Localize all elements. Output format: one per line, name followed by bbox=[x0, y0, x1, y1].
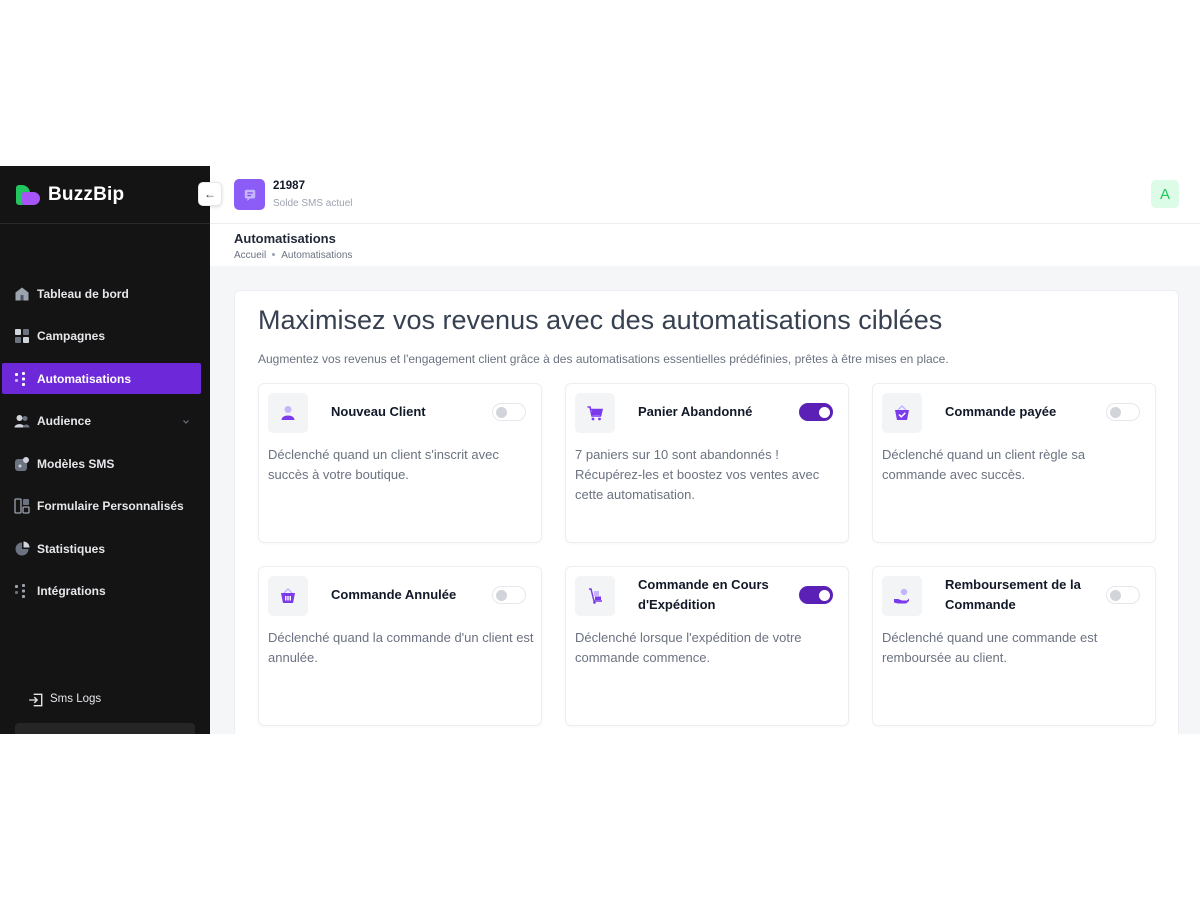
automation-toggle[interactable] bbox=[1106, 586, 1140, 604]
sidebar-item-label: Statistiques bbox=[37, 541, 106, 556]
toggle-knob bbox=[819, 590, 830, 601]
automation-card-new-customer[interactable]: Nouveau Client Déclenché quand un client… bbox=[258, 383, 542, 543]
grid-icon bbox=[14, 328, 30, 344]
refund-icon bbox=[882, 576, 922, 616]
card-title: Commande payée bbox=[945, 404, 1057, 419]
sidebar-item-label: Automatisations bbox=[37, 371, 132, 386]
card-description: Déclenché quand une commande est rembour… bbox=[882, 630, 1098, 665]
avatar[interactable]: A bbox=[1151, 180, 1179, 208]
card-description: Déclenché quand la commande d'un client … bbox=[268, 630, 534, 665]
sms-balance-label: Solde SMS actuel bbox=[273, 198, 353, 209]
sidebar-item-statistics[interactable]: Statistiques bbox=[2, 533, 201, 564]
main-content: 21987 Solde SMS actuel A Automatisations… bbox=[210, 166, 1200, 734]
automation-card-cancelled-order[interactable]: Commande Annulée Déclenché quand la comm… bbox=[258, 566, 542, 726]
user-icon bbox=[268, 393, 308, 433]
form-icon bbox=[14, 498, 30, 514]
basket-icon bbox=[268, 576, 308, 616]
automation-toggle[interactable] bbox=[492, 586, 526, 604]
brand-name: BuzzBip bbox=[48, 183, 125, 205]
card-title: Remboursement de la Commande bbox=[945, 577, 1081, 612]
hero-title: Maximisez vos revenus avec des automatis… bbox=[258, 305, 943, 335]
sidebar-nav: Tableau de bord Campagnes Automatisation… bbox=[0, 278, 210, 618]
automation-card-shipping-order[interactable]: Commande en Cours d'Expédition Déclenché… bbox=[565, 566, 849, 726]
sidebar-bottom-panel[interactable] bbox=[15, 723, 195, 734]
toggle-knob bbox=[496, 407, 507, 418]
sidebar-item-integrations[interactable]: Intégrations bbox=[2, 576, 201, 607]
arrow-left-icon: ← bbox=[204, 187, 216, 201]
sidebar-item-label: Formulaire Personnalisés bbox=[37, 499, 184, 513]
brand[interactable]: BuzzBip bbox=[0, 166, 210, 224]
sidebar-item-sms-logs[interactable]: Sms Logs bbox=[28, 692, 102, 707]
card-description: Déclenché quand un client règle sa comma… bbox=[882, 447, 1086, 482]
login-icon bbox=[28, 692, 43, 707]
card-title: Commande en Cours d'Expédition bbox=[638, 577, 769, 612]
card-title: Nouveau Client bbox=[331, 404, 426, 419]
sidebar-item-audience[interactable]: Audience bbox=[2, 406, 201, 437]
card-title: Commande Annulée bbox=[331, 587, 457, 602]
sidebar-item-custom-forms[interactable]: Formulaire Personnalisés bbox=[2, 491, 201, 522]
breadcrumb-separator bbox=[272, 252, 276, 256]
sms-balance-icon bbox=[234, 179, 265, 210]
card-description: Déclenché quand un client s'inscrit avec… bbox=[268, 447, 499, 482]
toggle-knob bbox=[1110, 590, 1121, 601]
integrations-icon bbox=[14, 583, 30, 599]
sidebar-item-label: Audience bbox=[37, 414, 92, 428]
collapse-sidebar-button[interactable]: ← bbox=[198, 182, 222, 206]
sidebar-item-sms-templates[interactable]: Modèles SMS bbox=[2, 448, 201, 479]
brand-logo-icon bbox=[16, 184, 40, 205]
sms-balance: 21987 Solde SMS actuel bbox=[273, 180, 353, 209]
sidebar-item-dashboard[interactable]: Tableau de bord bbox=[2, 278, 201, 309]
sidebar-item-label: Intégrations bbox=[37, 584, 106, 598]
app-window: BuzzBip Tableau de bord Campagnes Automa… bbox=[0, 166, 1200, 734]
breadcrumb-home-link[interactable]: Accueil bbox=[234, 250, 266, 261]
paid-basket-icon bbox=[882, 393, 922, 433]
sidebar-item-label: Modèles SMS bbox=[37, 456, 115, 471]
topbar: 21987 Solde SMS actuel A bbox=[210, 166, 1200, 224]
toggle-knob bbox=[819, 407, 830, 418]
sidebar-item-label: Tableau de bord bbox=[37, 286, 129, 301]
breadcrumb: Accueil Automatisations bbox=[234, 250, 1200, 261]
automation-icon bbox=[14, 371, 30, 387]
sidebar-item-automations[interactable]: Automatisations bbox=[2, 363, 201, 394]
toggle-knob bbox=[1110, 407, 1121, 418]
users-icon bbox=[14, 413, 30, 429]
automation-card-refund[interactable]: Remboursement de la Commande Déclenché q… bbox=[872, 566, 1156, 726]
automations-panel: Maximisez vos revenus avec des automatis… bbox=[234, 290, 1179, 734]
breadcrumb-current: Automatisations bbox=[281, 250, 353, 261]
automation-card-paid-order[interactable]: Commande payée Déclenché quand un client… bbox=[872, 383, 1156, 543]
automation-toggle[interactable] bbox=[799, 586, 833, 604]
hero-subtitle: Augmentez vos revenus et l'engagement cl… bbox=[258, 352, 949, 366]
card-description: 7 paniers sur 10 sont abandonnés ! Récup… bbox=[575, 447, 820, 502]
chevron-down-icon bbox=[181, 416, 191, 426]
page-header: Automatisations Accueil Automatisations bbox=[210, 224, 1200, 266]
sidebar-item-label: Campagnes bbox=[37, 329, 106, 343]
automation-toggle[interactable] bbox=[492, 403, 526, 421]
sidebar-item-campaigns[interactable]: Campagnes bbox=[2, 321, 201, 352]
automation-card-abandoned-cart[interactable]: Panier Abandonné 7 paniers sur 10 sont a… bbox=[565, 383, 849, 543]
pie-chart-icon bbox=[14, 541, 30, 557]
sms-logs-label: Sms Logs bbox=[50, 693, 102, 705]
home-icon bbox=[14, 286, 30, 302]
automation-toggle[interactable] bbox=[799, 403, 833, 421]
card-title: Panier Abandonné bbox=[638, 404, 753, 419]
sidebar: BuzzBip Tableau de bord Campagnes Automa… bbox=[0, 166, 210, 734]
page-title: Automatisations bbox=[234, 231, 336, 246]
card-description: Déclenché lorsque l'expédition de votre … bbox=[575, 630, 802, 665]
toggle-knob bbox=[496, 590, 507, 601]
template-icon bbox=[14, 456, 30, 472]
automation-toggle[interactable] bbox=[1106, 403, 1140, 421]
sms-balance-value: 21987 bbox=[273, 180, 305, 192]
shipping-icon bbox=[575, 576, 615, 616]
cart-icon bbox=[575, 393, 615, 433]
